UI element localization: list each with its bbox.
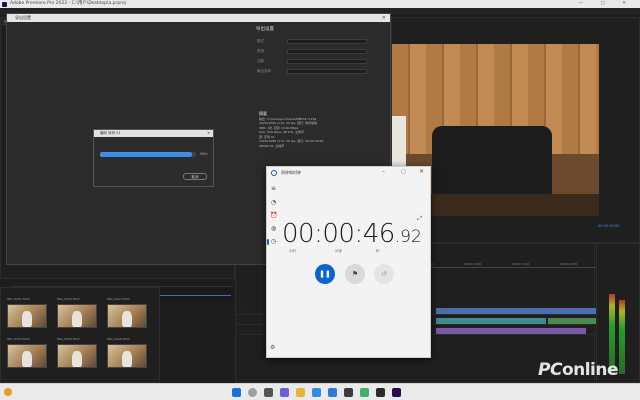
stopwatch-icon[interactable]: ◷ bbox=[270, 238, 277, 245]
encoding-progress-fill bbox=[100, 152, 193, 157]
maximize-icon[interactable]: ▢ bbox=[401, 169, 406, 175]
encoding-progress-bar bbox=[100, 152, 196, 157]
pconline-watermark: PConline bbox=[538, 360, 619, 380]
minimize-icon[interactable]: – bbox=[382, 168, 385, 175]
timeline-ruler[interactable]: 00:00:05:00 00:00:10:00 00:00:15:00 00:0… bbox=[406, 262, 596, 268]
export-setting-label: 格式 bbox=[257, 39, 264, 43]
premiere-window-controls[interactable]: — ▢ ✕ bbox=[579, 0, 634, 8]
clock-app-icon bbox=[271, 170, 277, 176]
export-setting-label: 输出名称 bbox=[257, 69, 271, 73]
flag-icon: ⚑ bbox=[351, 270, 359, 278]
stopwatch-time-main: 00:00:46 bbox=[282, 219, 395, 249]
task-view-icon[interactable] bbox=[264, 388, 273, 397]
encoding-progress-percent: 96% bbox=[200, 152, 208, 156]
stopwatch-time-fraction: .92 bbox=[394, 227, 422, 247]
premiere-taskbar-icon[interactable] bbox=[392, 388, 401, 397]
close-icon[interactable]: ✕ bbox=[419, 168, 424, 175]
bin-thumbnail[interactable] bbox=[7, 304, 47, 328]
ruler-label: 00:00:15:00 bbox=[512, 262, 530, 266]
store-icon[interactable] bbox=[328, 388, 337, 397]
bin-thumbnail[interactable] bbox=[7, 344, 47, 368]
start-icon[interactable] bbox=[232, 388, 241, 397]
close-icon[interactable]: ✕ bbox=[382, 14, 386, 22]
export-setting-label: 注释 bbox=[257, 59, 264, 63]
export-setting-row[interactable]: 预设 bbox=[257, 48, 367, 54]
program-playback-controls[interactable]: 00:00:30:00 bbox=[442, 224, 619, 230]
stopwatch-time: 00:00:46.92 bbox=[282, 219, 427, 253]
settings-gear-icon[interactable]: ⚙ bbox=[270, 344, 275, 351]
bin-thumbnail-label: IMG_0002.MOV bbox=[57, 297, 80, 301]
world-clock-icon[interactable]: ◍ bbox=[270, 225, 277, 232]
premiere-titlebar: Adobe Premiere Pro 2022 - C:\用户\Desktop\… bbox=[0, 0, 640, 8]
clock-app-title: 闹钟和时钟 bbox=[281, 170, 301, 175]
lap-button[interactable]: ⚑ bbox=[345, 264, 365, 284]
bin-thumbnail-label: IMG_0005.MOV bbox=[57, 337, 80, 341]
chat-icon[interactable] bbox=[280, 388, 289, 397]
clock-app-window: 闹钟和时钟 – ▢ ✕ ≡ ◔ ⏰ ◍ ◷ ⤢ 00:00:46.92 小时 分… bbox=[266, 166, 431, 358]
unit-label-minutes: 分钟 bbox=[335, 249, 342, 253]
encoding-dialog-titlebar[interactable]: 编码 序列 01 ✕ bbox=[94, 130, 213, 137]
bin-thumbnail-label: IMG_0001.MOV bbox=[7, 297, 30, 301]
export-setting-field[interactable] bbox=[287, 58, 367, 64]
export-setting-field[interactable] bbox=[287, 48, 367, 54]
export-setting-label: 预设 bbox=[257, 49, 264, 53]
bin-thumbnail-label: IMG_0006.MOV bbox=[107, 337, 130, 341]
export-summary: 摘要 输出: C:\Users\pc\Videos\MPEG4 H.264 19… bbox=[259, 111, 391, 162]
bin-thumbnail[interactable] bbox=[107, 304, 147, 328]
pause-icon: ❚❚ bbox=[319, 270, 331, 278]
edge-icon[interactable] bbox=[312, 388, 321, 397]
pause-button[interactable]: ❚❚ bbox=[315, 264, 335, 284]
windows-taskbar bbox=[0, 383, 640, 400]
clock-sidebar: ≡ ◔ ⏰ ◍ ◷ bbox=[267, 179, 279, 359]
close-icon[interactable]: ✕ bbox=[207, 130, 210, 137]
timeline-clip[interactable] bbox=[436, 318, 546, 324]
bin-thumbnail-label: IMG_0003.MOV bbox=[107, 297, 130, 301]
weather-icon[interactable] bbox=[4, 388, 12, 396]
ruler-label: 00:00:20:00 bbox=[560, 262, 578, 266]
timeline-clip[interactable] bbox=[548, 318, 596, 324]
sidebar-active-indicator bbox=[267, 239, 269, 245]
program-timecode: 00:00:30:00 bbox=[598, 224, 620, 228]
reset-icon: ↺ bbox=[381, 270, 387, 278]
bin-thumbnail-label: IMG_0004.MOV bbox=[7, 337, 30, 341]
export-setting-field[interactable] bbox=[287, 38, 367, 44]
export-summary-line: 48000 Hz, 立体声 bbox=[259, 143, 285, 148]
export-setting-row[interactable]: 注释 bbox=[257, 58, 367, 64]
focus-icon[interactable]: ◔ bbox=[270, 199, 277, 206]
bin-thumbnail[interactable] bbox=[57, 344, 97, 368]
encoding-dialog-title: 编码 序列 01 bbox=[100, 131, 121, 135]
app-taskbar-icon[interactable] bbox=[360, 388, 369, 397]
ruler-label: 00:00:10:00 bbox=[464, 262, 482, 266]
clock-titlebar[interactable]: 闹钟和时钟 – ▢ ✕ bbox=[267, 167, 432, 179]
unit-label-hours: 小时 bbox=[289, 249, 296, 253]
bin-thumbnail[interactable] bbox=[57, 304, 97, 328]
bin-thumbnail[interactable] bbox=[107, 344, 147, 368]
menu-icon[interactable]: ≡ bbox=[270, 185, 277, 192]
timeline-clip[interactable] bbox=[436, 308, 596, 314]
cancel-button[interactable]: 取消 bbox=[183, 173, 207, 180]
file-explorer-icon[interactable] bbox=[296, 388, 305, 397]
premiere-title: Adobe Premiere Pro 2022 - C:\用户\Desktop\… bbox=[10, 1, 126, 6]
premiere-logo-icon bbox=[2, 1, 7, 7]
export-setting-row[interactable]: 输出名称 bbox=[257, 68, 367, 74]
project-bin-panel: IMG_0001.MOV IMG_0002.MOV IMG_0003.MOV I… bbox=[0, 287, 160, 383]
encoding-progress-dialog: 编码 序列 01 ✕ 96% 取消 bbox=[93, 129, 214, 187]
unit-label-seconds: 秒 bbox=[376, 249, 380, 253]
reset-button[interactable]: ↺ bbox=[374, 264, 394, 284]
export-setting-row[interactable]: 格式 bbox=[257, 38, 367, 44]
app-taskbar-icon[interactable] bbox=[376, 388, 385, 397]
audio-meter-right bbox=[619, 300, 625, 374]
timeline-clip[interactable] bbox=[436, 328, 586, 334]
export-setting-field[interactable] bbox=[287, 68, 367, 74]
export-settings-heading: 导出设置 bbox=[256, 27, 274, 32]
export-dialog-titlebar[interactable]: 导出设置 ✕ bbox=[7, 14, 390, 22]
search-icon[interactable] bbox=[248, 388, 257, 397]
export-dialog-title: 导出设置 bbox=[15, 15, 31, 20]
alarm-icon[interactable]: ⏰ bbox=[270, 212, 277, 219]
clock-taskbar-icon[interactable] bbox=[344, 388, 353, 397]
